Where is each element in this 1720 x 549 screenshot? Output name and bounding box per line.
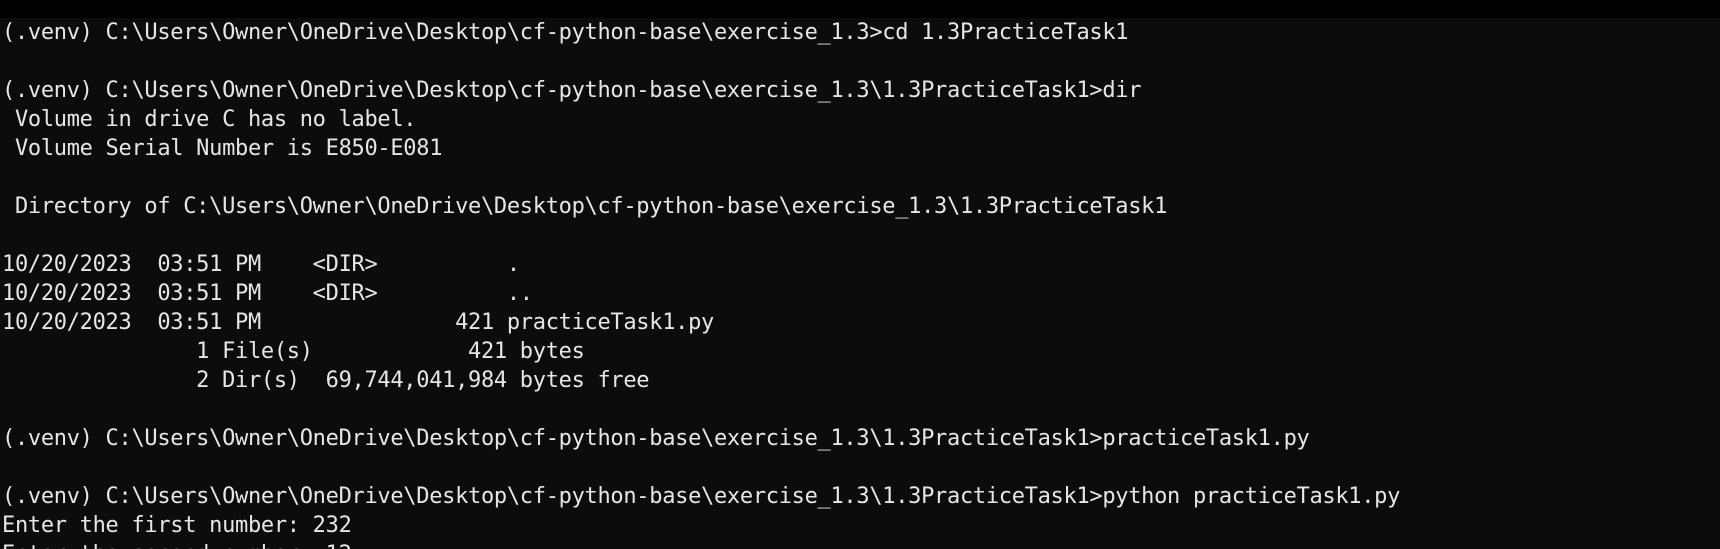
program-output-line: Enter the first number: 232 — [2, 513, 352, 538]
command-line-python: (.venv) C:\Users\Owner\OneDrive\Desktop\… — [2, 484, 1401, 509]
directory-of-line: Directory of C:\Users\Owner\OneDrive\Des… — [2, 194, 1168, 219]
command-line-cd: (.venv) C:\Users\Owner\OneDrive\Desktop\… — [2, 20, 1129, 45]
dir-listing-row: 10/20/2023 03:51 PM <DIR> . — [2, 252, 520, 277]
command-line-dir: (.venv) C:\Users\Owner\OneDrive\Desktop\… — [2, 78, 1142, 103]
dir-listing-row: 10/20/2023 03:51 PM <DIR> .. — [2, 281, 533, 306]
command-line-run-script: (.venv) C:\Users\Owner\OneDrive\Desktop\… — [2, 426, 1310, 451]
volume-serial-line: Volume Serial Number is E850-E081 — [2, 136, 443, 161]
terminal-output[interactable]: (.venv) C:\Users\Owner\OneDrive\Desktop\… — [0, 18, 1720, 549]
program-output-line: Enter the second number: 12 — [0, 540, 1720, 549]
dir-count-summary: 2 Dir(s) 69,744,041,984 bytes free — [2, 368, 650, 393]
dir-listing-row: 10/20/2023 03:51 PM 421 practiceTask1.py — [2, 310, 714, 335]
volume-label-line: Volume in drive C has no label. — [2, 107, 417, 132]
file-count-summary: 1 File(s) 421 bytes — [2, 339, 585, 364]
